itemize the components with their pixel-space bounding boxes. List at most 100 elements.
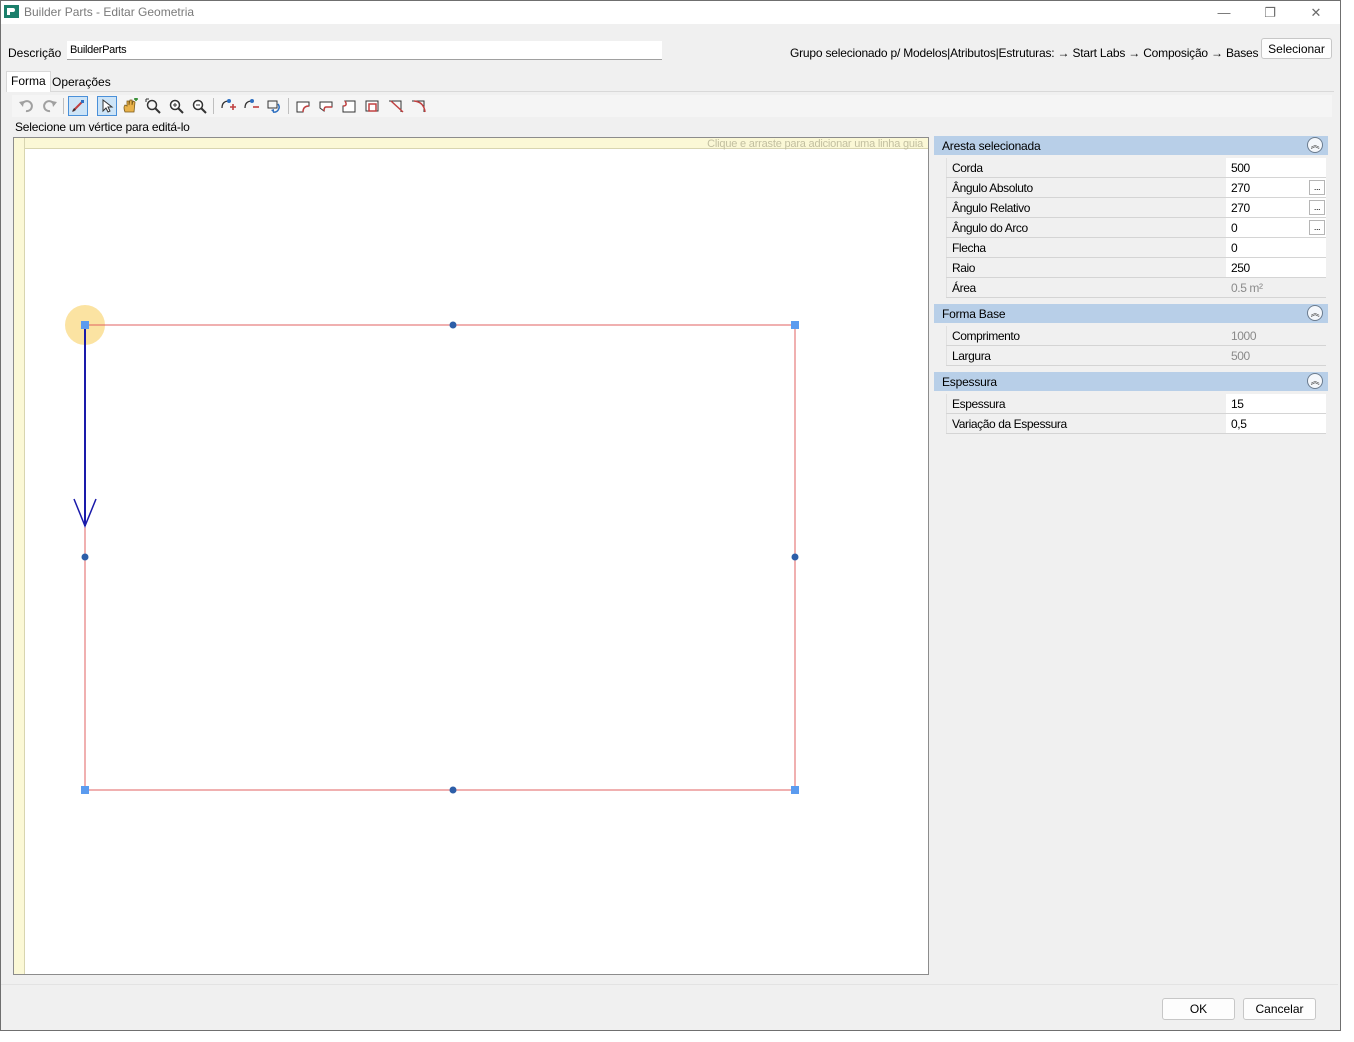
ellipsis-button[interactable]: ... xyxy=(1309,180,1325,195)
tab-operacoes[interactable]: Operações xyxy=(48,73,115,93)
property-value[interactable]: 500 xyxy=(1226,158,1326,177)
property-value-text: 0 xyxy=(1231,241,1238,255)
property-value[interactable]: 0... xyxy=(1226,218,1326,237)
vertex-top-right[interactable] xyxy=(791,321,799,329)
property-value-text: 500 xyxy=(1231,161,1250,175)
maximize-icon[interactable]: ❐ xyxy=(1247,1,1293,24)
property-value-text: 250 xyxy=(1231,261,1250,275)
section-header-2[interactable]: Espessura ︽ xyxy=(934,372,1328,391)
property-value: 500 xyxy=(1226,346,1326,365)
minimize-icon[interactable]: — xyxy=(1201,1,1247,24)
tab-forma[interactable]: Forma xyxy=(6,71,51,92)
shape-arc-bottom-icon[interactable] xyxy=(316,96,336,116)
property-value-text: 0,5 xyxy=(1231,417,1247,431)
property-value[interactable]: 0 xyxy=(1226,238,1326,257)
vertex-bottom-left[interactable] xyxy=(81,786,89,794)
zoom-in-icon[interactable] xyxy=(166,96,186,116)
title-bar[interactable]: Builder Parts - Editar Geometria — ❐ ✕ xyxy=(1,1,1340,24)
property-value[interactable]: 270... xyxy=(1226,178,1326,197)
status-message: Selecione um vértice para editá-lo xyxy=(15,120,190,134)
shape-fillet-icon[interactable] xyxy=(409,96,429,116)
shape-chamfer-icon[interactable] xyxy=(386,96,406,116)
shape-outline xyxy=(84,324,796,791)
ellipsis-button[interactable]: ... xyxy=(1309,220,1325,235)
property-value: 1000 xyxy=(1226,326,1326,345)
shape-arc-top-icon[interactable] xyxy=(293,96,313,116)
remove-point-icon[interactable] xyxy=(241,96,261,116)
shape-drawing[interactable] xyxy=(14,138,928,974)
property-row[interactable]: Ângulo Absoluto 270... xyxy=(946,178,1326,198)
property-row[interactable]: Variação da Espessura 0,5 xyxy=(946,414,1326,434)
zoom-fit-icon[interactable] xyxy=(143,96,163,116)
select-group-button[interactable]: Selecionar xyxy=(1261,38,1332,59)
property-value[interactable]: 250 xyxy=(1226,258,1326,277)
property-name: Largura xyxy=(952,349,991,363)
ok-button[interactable]: OK xyxy=(1162,998,1235,1020)
shape-square-icon[interactable] xyxy=(362,96,382,116)
select-pointer-icon[interactable] xyxy=(97,96,117,116)
midpoint-left[interactable] xyxy=(81,553,89,561)
section-title: Forma Base xyxy=(942,306,1006,321)
redo-icon[interactable] xyxy=(40,96,60,116)
pan-hand-icon[interactable] xyxy=(120,96,140,116)
property-name: Comprimento xyxy=(952,329,1020,343)
app-logo-icon xyxy=(4,5,19,18)
description-label: Descrição xyxy=(8,46,62,60)
property-name: Flecha xyxy=(952,241,986,255)
footer-divider xyxy=(1,984,1338,985)
drawing-canvas[interactable]: Clique e arraste para adicionar uma linh… xyxy=(13,137,929,975)
property-name: Ângulo Relativo xyxy=(952,201,1031,215)
section-title: Espessura xyxy=(942,374,997,389)
shape-corner-icon[interactable] xyxy=(339,96,359,116)
property-row[interactable]: Área 0.5 m² xyxy=(946,278,1326,298)
undo-icon[interactable] xyxy=(16,96,36,116)
property-name: Variação da Espessura xyxy=(952,417,1067,431)
property-row[interactable]: Raio 250 xyxy=(946,258,1326,278)
property-row[interactable]: Largura 500 xyxy=(946,346,1326,366)
property-value: 0.5 m² xyxy=(1226,278,1326,297)
property-row[interactable]: Comprimento 1000 xyxy=(946,326,1326,346)
property-row[interactable]: Espessura 15 xyxy=(946,394,1326,414)
cancel-button[interactable]: Cancelar xyxy=(1243,998,1316,1020)
window-title: Builder Parts - Editar Geometria xyxy=(24,5,195,19)
collapse-chevron-icon[interactable]: ︽ xyxy=(1307,137,1323,153)
property-value-text: 0 xyxy=(1231,221,1238,235)
property-value-text: 15 xyxy=(1231,397,1244,411)
property-name: Área xyxy=(952,281,976,295)
property-name: Ângulo do Arco xyxy=(952,221,1028,235)
property-row[interactable]: Corda 500 xyxy=(946,158,1326,178)
collapse-chevron-icon[interactable]: ︽ xyxy=(1307,305,1323,321)
property-row[interactable]: Ângulo Relativo 270... xyxy=(946,198,1326,218)
property-value-text: 270 xyxy=(1231,201,1250,215)
midpoint-top[interactable] xyxy=(449,321,457,329)
add-point-icon[interactable] xyxy=(218,96,238,116)
property-name: Espessura xyxy=(952,397,1006,411)
property-name-cell xyxy=(946,158,1226,177)
close-icon[interactable]: ✕ xyxy=(1293,1,1339,24)
vertex-top-left[interactable] xyxy=(81,321,89,329)
group-path-text: Grupo selecionado p/ Modelos|Atributos|E… xyxy=(790,46,1259,60)
ellipsis-button[interactable]: ... xyxy=(1309,200,1325,215)
toolbar xyxy=(12,95,1332,117)
vertex-bottom-right[interactable] xyxy=(791,786,799,794)
section-header-0[interactable]: Aresta selecionada ︽ xyxy=(934,136,1328,155)
property-name-cell xyxy=(946,258,1226,277)
property-value-text: 0.5 m² xyxy=(1231,281,1263,295)
midpoint-bottom[interactable] xyxy=(449,786,457,794)
section-title: Aresta selecionada xyxy=(942,138,1041,153)
description-input[interactable] xyxy=(67,41,662,60)
property-row[interactable]: Flecha 0 xyxy=(946,238,1326,258)
midpoint-right[interactable] xyxy=(791,553,799,561)
rotate-shape-icon[interactable] xyxy=(264,96,284,116)
property-name-cell xyxy=(946,238,1226,257)
property-name: Corda xyxy=(952,161,983,175)
property-value-text: 500 xyxy=(1231,349,1250,363)
property-value[interactable]: 15 xyxy=(1226,394,1326,413)
edit-vertex-icon[interactable] xyxy=(68,96,88,116)
collapse-chevron-icon[interactable]: ︽ xyxy=(1307,373,1323,389)
property-value[interactable]: 270... xyxy=(1226,198,1326,217)
property-value[interactable]: 0,5 xyxy=(1226,414,1326,433)
zoom-out-icon[interactable] xyxy=(189,96,209,116)
section-header-1[interactable]: Forma Base ︽ xyxy=(934,304,1328,323)
property-row[interactable]: Ângulo do Arco 0... xyxy=(946,218,1326,238)
